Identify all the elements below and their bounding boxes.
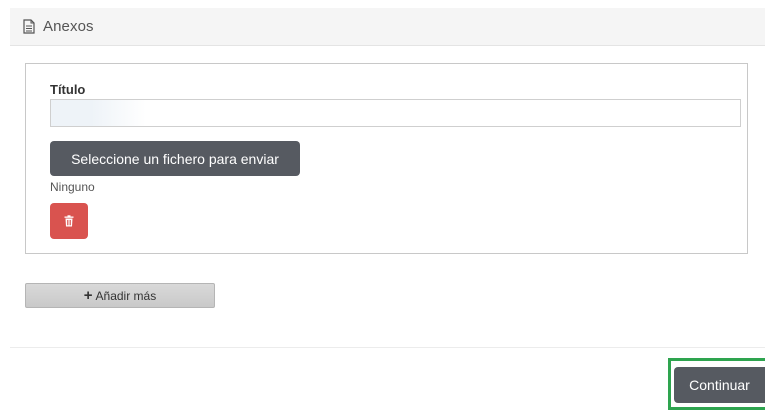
file-status: Ninguno — [50, 180, 95, 194]
title-input[interactable] — [50, 99, 741, 127]
footer-divider — [10, 347, 765, 348]
plus-icon: + — [83, 287, 93, 304]
trash-icon — [64, 215, 74, 227]
panel-header: Anexos — [10, 8, 765, 46]
add-more-label: Añadir más — [95, 288, 157, 303]
select-file-button[interactable]: Seleccione un fichero para enviar — [50, 141, 300, 176]
delete-attachment-button[interactable] — [50, 203, 88, 239]
document-icon — [23, 19, 35, 34]
title-label: Título — [50, 82, 86, 97]
page: Anexos Título Seleccione un fichero para… — [0, 0, 765, 410]
panel-title: Anexos — [43, 18, 94, 35]
add-more-button[interactable]: + Añadir más — [25, 283, 215, 308]
continue-button[interactable]: Continuar — [674, 367, 765, 403]
attachment-box: Título Seleccione un fichero para enviar… — [25, 63, 748, 254]
